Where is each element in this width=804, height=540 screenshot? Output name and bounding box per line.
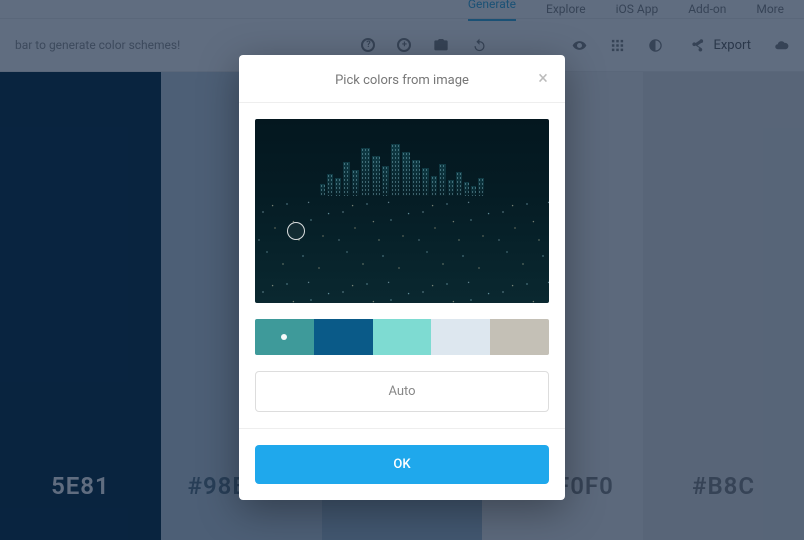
modal-title: Pick colors from image (335, 73, 469, 88)
building-graphic (471, 186, 476, 196)
skyline-graphic (255, 138, 549, 196)
building-graphic (431, 176, 437, 196)
image-preview[interactable] (255, 119, 549, 303)
extracted-color-swatch[interactable] (314, 319, 373, 355)
modal-body: Auto OK (239, 103, 565, 500)
building-graphic (422, 168, 429, 196)
building-graphic (478, 178, 484, 196)
modal-overlay: Pick colors from image × Auto OK (0, 0, 804, 540)
extracted-color-swatch[interactable] (431, 319, 490, 355)
close-icon[interactable]: × (533, 69, 553, 89)
extracted-color-swatch[interactable] (373, 319, 432, 355)
building-graphic (343, 162, 350, 196)
modal-divider (239, 428, 565, 429)
modal-header: Pick colors from image × (239, 55, 565, 103)
pick-colors-modal: Pick colors from image × Auto OK (239, 55, 565, 500)
building-graphic (361, 148, 370, 196)
extracted-color-swatch[interactable] (490, 319, 549, 355)
building-graphic (464, 182, 469, 196)
building-graphic (372, 156, 380, 196)
building-graphic (439, 164, 446, 196)
building-graphic (448, 180, 454, 196)
building-graphic (456, 172, 462, 196)
building-graphic (391, 144, 400, 196)
extracted-colors-row (255, 319, 549, 355)
ok-button[interactable]: OK (255, 445, 549, 484)
building-graphic (382, 166, 389, 196)
building-graphic (352, 170, 359, 196)
building-graphic (412, 160, 420, 196)
building-graphic (327, 174, 333, 196)
auto-button[interactable]: Auto (255, 371, 549, 412)
building-graphic (402, 152, 410, 196)
city-lights-graphic (255, 196, 549, 303)
extracted-color-swatch[interactable] (255, 319, 314, 355)
building-graphic (320, 184, 325, 196)
building-graphic (335, 178, 341, 196)
